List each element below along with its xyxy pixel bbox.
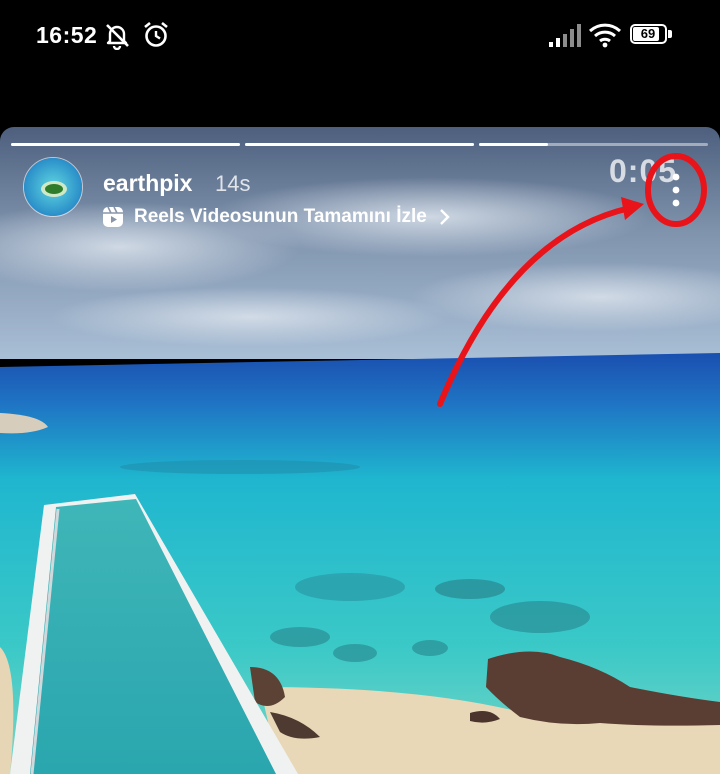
story-progress-2 bbox=[245, 143, 474, 146]
reels-icon bbox=[103, 206, 123, 227]
story-progress-1 bbox=[11, 143, 240, 146]
mute-icon bbox=[106, 24, 129, 50]
post-age: 14s bbox=[215, 171, 251, 196]
story-progress-3 bbox=[479, 143, 708, 146]
wifi-icon bbox=[588, 23, 622, 48]
battery-level: 69 bbox=[640, 26, 656, 41]
chevron-right-icon bbox=[439, 209, 450, 225]
more-options-icon[interactable] bbox=[660, 165, 692, 217]
username[interactable]: earthpix bbox=[103, 170, 192, 197]
status-bar: 16:52 69 bbox=[0, 0, 720, 70]
signal-icon bbox=[549, 24, 581, 47]
watch-full-reel-link[interactable]: Reels Videosunun Tamamını İzle bbox=[102, 203, 451, 231]
story-viewer[interactable]: earthpix 14s Reels Videosunun Tamamını İ… bbox=[0, 127, 720, 774]
reels-link-label: Reels Videosunun Tamamını İzle bbox=[134, 206, 427, 227]
avatar[interactable] bbox=[23, 157, 83, 217]
status-time: 16:52 bbox=[36, 22, 98, 48]
alarm-icon bbox=[144, 21, 168, 47]
battery-icon: 69 bbox=[630, 24, 674, 46]
